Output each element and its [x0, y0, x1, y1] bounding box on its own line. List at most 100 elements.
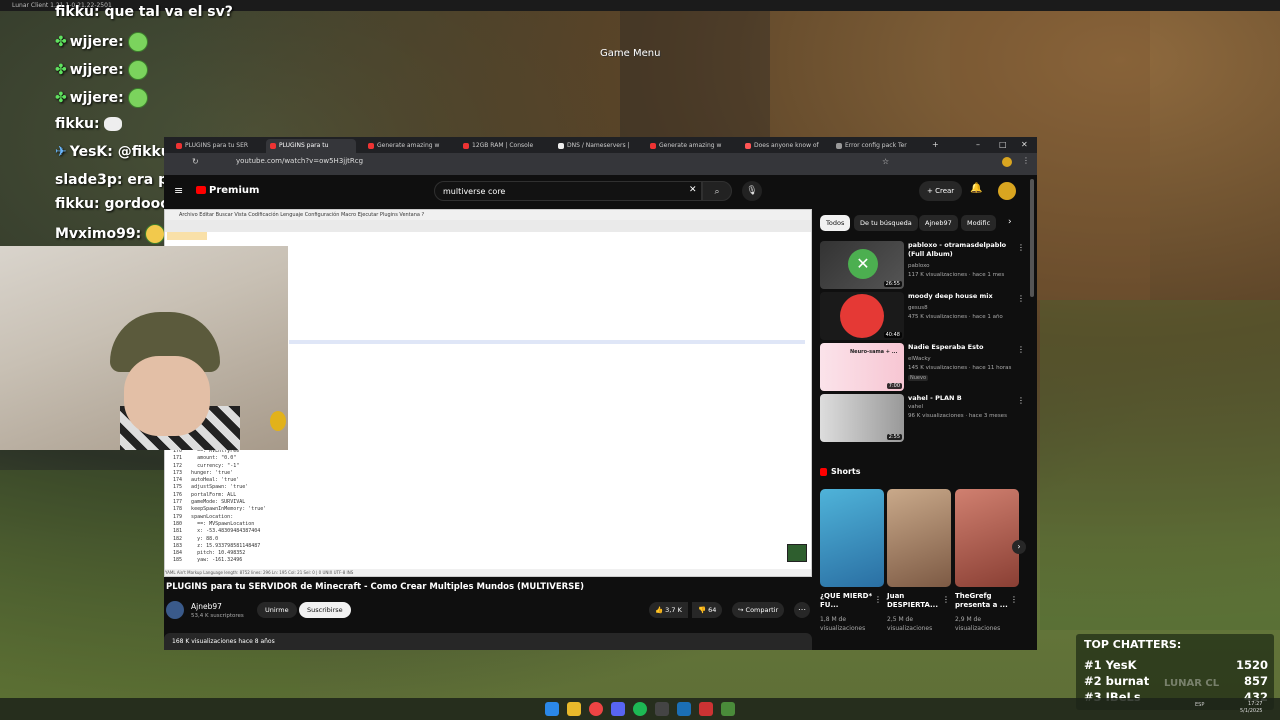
- tab-bar: PLUGINS para tu SER PLUGINS para tu Gene…: [164, 137, 1037, 153]
- face-image: [124, 356, 210, 436]
- close-icon[interactable]: ✕: [1021, 140, 1028, 149]
- console-icon: [463, 142, 469, 149]
- recommendation-item[interactable]: Neuro-sama + ... 7:00 Nadie Esperaba Est…: [820, 343, 1030, 391]
- reload-icon[interactable]: ↻: [192, 157, 199, 166]
- browser-tab[interactable]: Error config pack Ter: [832, 139, 912, 153]
- chat-message: fikku: que tal va el sv?: [55, 4, 233, 20]
- minecraft-icon[interactable]: [721, 702, 735, 716]
- clear-search-icon[interactable]: ✕: [689, 185, 697, 195]
- dislike-button[interactable]: 👎 64: [692, 602, 723, 618]
- video-thumbnail[interactable]: 40:48: [820, 292, 904, 340]
- short-title[interactable]: TheGrefg presenta a ...: [955, 592, 1013, 610]
- steam-icon[interactable]: [677, 702, 691, 716]
- record-icon: [840, 294, 884, 338]
- editor-menu: Archivo Editar Buscar Vista Codificación…: [165, 210, 811, 220]
- browser-tab[interactable]: Generate amazing w: [646, 139, 731, 153]
- bell-icon[interactable]: 🔔: [970, 183, 982, 194]
- file-explorer-icon[interactable]: [567, 702, 581, 716]
- more-options-icon[interactable]: ⋮: [942, 595, 950, 604]
- browser-tab-active[interactable]: PLUGINS para tu: [266, 139, 356, 153]
- chevron-right-icon[interactable]: ›: [1012, 540, 1026, 554]
- share-button[interactable]: ↪ Compartir: [732, 602, 785, 618]
- channel-name[interactable]: Ajneb97: [191, 602, 222, 611]
- emote-icon: [127, 32, 148, 52]
- chip-todos[interactable]: Todos: [820, 215, 851, 231]
- discord-icon[interactable]: [611, 702, 625, 716]
- language-indicator[interactable]: ESP: [1195, 702, 1204, 708]
- badge-icon: ✤: [55, 90, 67, 106]
- more-options-icon[interactable]: ⋮: [1017, 294, 1025, 303]
- short-views: 1,8 M de visualizaciones: [820, 616, 866, 632]
- chat-message: Mvximo99:: [55, 224, 166, 244]
- windows-start-icon[interactable]: [545, 702, 559, 716]
- chip-de-tu-busqueda[interactable]: De tu búsqueda: [854, 215, 918, 231]
- short-title[interactable]: ¿QUE MIERD* FU...: [820, 592, 878, 610]
- url-field[interactable]: youtube.com/watch?v=ow5H3jjtRcg: [236, 157, 363, 165]
- recommendation-item[interactable]: ✕ 26:55 pabloxo - otramasdelpablo (Full …: [820, 241, 1030, 289]
- rec-title[interactable]: vahel - PLAN B: [908, 394, 1018, 403]
- rec-title[interactable]: moody deep house mix: [908, 292, 1018, 301]
- more-options-icon[interactable]: ⋮: [1010, 595, 1018, 604]
- menu-icon[interactable]: ⋮: [1022, 156, 1030, 165]
- description-box[interactable]: 168 K visualizaciones hace 8 años: [164, 633, 812, 650]
- lunar-watermark: LUNAR CL: [1164, 678, 1220, 689]
- channel-avatar[interactable]: [166, 601, 184, 619]
- like-button[interactable]: 👍 3,7 K: [649, 602, 688, 618]
- more-options-icon[interactable]: ⋯: [794, 602, 810, 618]
- chip-ajneb97[interactable]: Ajneb97: [919, 215, 958, 231]
- app-icon[interactable]: [699, 702, 713, 716]
- profile-icon[interactable]: [1002, 157, 1012, 167]
- star-icon[interactable]: ☆: [882, 157, 889, 166]
- badge-icon: ✤: [55, 34, 67, 50]
- join-button[interactable]: Unirme: [257, 602, 297, 618]
- emote-icon: [103, 117, 122, 131]
- chat-message: fikku: gordooo: [55, 196, 170, 212]
- chevron-right-icon[interactable]: ›: [1008, 217, 1012, 227]
- browser-tab[interactable]: 12GB RAM | Console: [459, 139, 544, 153]
- video-thumbnail[interactable]: Neuro-sama + ... 7:00: [820, 343, 904, 391]
- browser-tab[interactable]: DNS / Nameservers |: [554, 139, 639, 153]
- rec-channel: vahel: [908, 404, 924, 410]
- more-options-icon[interactable]: ⋮: [1017, 396, 1025, 405]
- youtube-logo[interactable]: Premium: [196, 185, 259, 196]
- spotify-icon[interactable]: [633, 702, 647, 716]
- new-tab-icon[interactable]: +: [932, 140, 939, 149]
- more-options-icon[interactable]: ⋮: [1017, 345, 1025, 354]
- scrollbar[interactable]: [1030, 179, 1034, 297]
- hamburger-icon[interactable]: ≡: [174, 184, 183, 197]
- search-input[interactable]: multiverse core: [434, 181, 702, 201]
- clock[interactable]: 17:27 5/1/2025: [1240, 701, 1262, 715]
- minimize-icon[interactable]: –: [976, 140, 980, 149]
- thumbnail-text: Neuro-sama + ...: [850, 349, 898, 355]
- search-icon[interactable]: ⌕: [702, 181, 732, 201]
- more-options-icon[interactable]: ⋮: [874, 595, 882, 604]
- recommendation-item[interactable]: 40:48 moody deep house mix gesus8 475 K …: [820, 292, 1030, 340]
- page-icon: [558, 142, 564, 149]
- browser-tab[interactable]: Does anyone know of: [741, 139, 826, 153]
- short-thumbnail[interactable]: [955, 489, 1019, 587]
- rec-title[interactable]: pabloxo - otramasdelpablo (Full Album): [908, 241, 1018, 259]
- chip-modific[interactable]: Modific: [961, 215, 997, 231]
- create-button[interactable]: + Crear: [919, 181, 963, 201]
- more-options-icon[interactable]: ⋮: [1017, 243, 1025, 252]
- video-thumbnail[interactable]: ✕ 26:55: [820, 241, 904, 289]
- youtube-icon: [176, 142, 182, 149]
- short-thumbnail[interactable]: [887, 489, 951, 587]
- video-thumbnail[interactable]: 2:55: [820, 394, 904, 442]
- browser-tab[interactable]: Generate amazing w: [364, 139, 449, 153]
- youtube-icon: [196, 186, 206, 194]
- rec-title[interactable]: Nadie Esperaba Esto: [908, 343, 1018, 352]
- maximize-icon[interactable]: □: [999, 140, 1007, 149]
- recommendation-item[interactable]: 2:55 vahel - PLAN B vahel 96 K visualiza…: [820, 394, 1030, 442]
- chrome-icon[interactable]: [589, 702, 603, 716]
- short-title[interactable]: Juan DESPIERTA...: [887, 592, 945, 610]
- address-bar[interactable]: ↻ youtube.com/watch?v=ow5H3jjtRcg ☆ ⋮: [164, 153, 1037, 175]
- browser-tab[interactable]: PLUGINS para tu SER: [172, 139, 262, 153]
- mic-icon[interactable]: 🎙: [742, 181, 762, 201]
- short-thumbnail[interactable]: [820, 489, 884, 587]
- obs-icon[interactable]: [655, 702, 669, 716]
- shorts-heading: Shorts: [820, 467, 860, 476]
- avatar[interactable]: [998, 182, 1016, 200]
- subscribe-button[interactable]: Suscribirse: [299, 602, 351, 618]
- short-views: 2,9 M de visualizaciones: [955, 616, 1001, 632]
